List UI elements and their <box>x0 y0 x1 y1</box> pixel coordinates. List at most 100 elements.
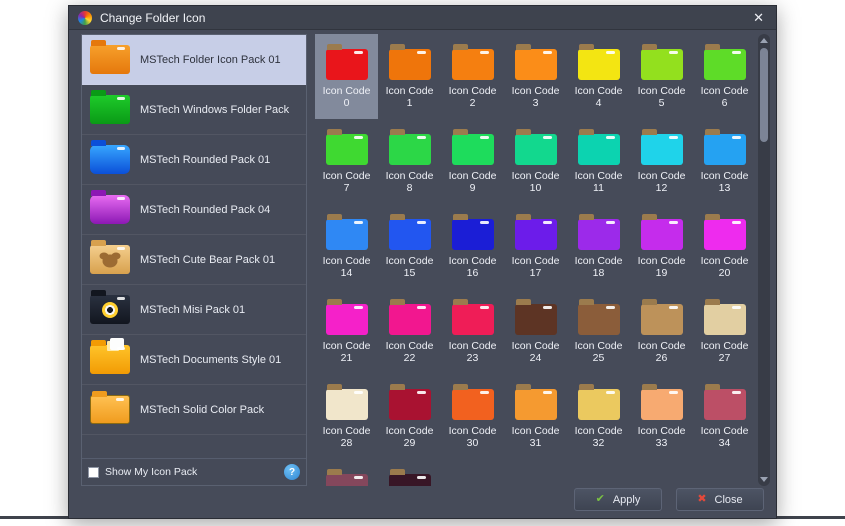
grid-scrollbar[interactable] <box>758 34 770 486</box>
close-button[interactable]: ✖ Close <box>676 488 764 511</box>
folder-icon <box>515 219 557 250</box>
icon-cell[interactable]: Icon Code15 <box>378 204 441 289</box>
folder-icon <box>326 219 368 250</box>
icon-cell[interactable]: Icon Code27 <box>693 289 756 374</box>
icon-cell[interactable]: Icon Code11 <box>567 119 630 204</box>
icon-code-label: Icon Code24 <box>504 340 567 364</box>
icon-cell[interactable]: Icon Code4 <box>567 34 630 119</box>
folder-icon <box>515 134 557 165</box>
folder-icon <box>578 134 620 165</box>
folder-icon <box>515 389 557 420</box>
icon-code-label: Icon Code34 <box>693 425 756 449</box>
icon-detail <box>103 254 118 267</box>
close-icon[interactable]: ✕ <box>750 9 767 26</box>
folder-icon <box>452 389 494 420</box>
icon-code-label: Icon Code22 <box>378 340 441 364</box>
icon-code-label: Icon Code30 <box>441 425 504 449</box>
icon-cell[interactable]: Icon Code30 <box>441 374 504 459</box>
icon-code-label: Icon Code33 <box>630 425 693 449</box>
folder-icon <box>641 389 683 420</box>
icon-code-label: Icon Code2 <box>441 85 504 109</box>
icon-code-label: Icon Code21 <box>315 340 378 364</box>
icon-cell[interactable]: Icon Code9 <box>441 119 504 204</box>
icon-code-label: Icon Code18 <box>567 255 630 279</box>
folder-icon <box>704 389 746 420</box>
icon-code-label: Icon Code20 <box>693 255 756 279</box>
icon-cell[interactable]: Icon Code16 <box>441 204 504 289</box>
icon-pack-panel: MSTech Folder Icon Pack 01MSTech Windows… <box>81 34 307 486</box>
icon-cell[interactable]: Icon Code0 <box>315 34 378 119</box>
icon-cell[interactable]: Icon Code6 <box>693 34 756 119</box>
pack-item[interactable]: MSTech Misi Pack 01 <box>82 285 306 335</box>
icon-cell[interactable]: Icon Code36 <box>378 459 441 486</box>
icon-cell[interactable]: Icon Code28 <box>315 374 378 459</box>
close-button-label: Close <box>715 494 743 506</box>
folder-icon <box>326 49 368 80</box>
icon-detail <box>110 338 124 350</box>
icon-cell[interactable]: Icon Code2 <box>441 34 504 119</box>
scroll-up-icon[interactable] <box>760 38 768 43</box>
pack-item[interactable]: MSTech Rounded Pack 04 <box>82 185 306 235</box>
icon-cell[interactable]: Icon Code7 <box>315 119 378 204</box>
folder-icon <box>704 219 746 250</box>
icon-cell[interactable]: Icon Code8 <box>378 119 441 204</box>
icon-cell[interactable]: Icon Code35 <box>315 459 378 486</box>
icon-cell[interactable]: Icon Code25 <box>567 289 630 374</box>
icon-cell[interactable]: Icon Code19 <box>630 204 693 289</box>
icon-cell[interactable]: Icon Code26 <box>630 289 693 374</box>
icon-cell[interactable]: Icon Code1 <box>378 34 441 119</box>
icon-code-label: Icon Code14 <box>315 255 378 279</box>
eye-folder-icon <box>90 295 130 324</box>
folder-icon <box>389 389 431 420</box>
icon-cell[interactable]: Icon Code5 <box>630 34 693 119</box>
help-button[interactable]: ? <box>284 464 300 480</box>
icon-detail <box>102 302 118 318</box>
pack-item[interactable]: MSTech Windows Folder Pack <box>82 85 306 135</box>
scroll-down-icon[interactable] <box>760 477 768 482</box>
icon-cell[interactable]: Icon Code22 <box>378 289 441 374</box>
pack-item[interactable]: MSTech Documents Style 01 <box>82 335 306 385</box>
apply-button[interactable]: ✔ Apply <box>574 488 662 511</box>
folder-icon <box>704 304 746 335</box>
icon-cell[interactable]: Icon Code12 <box>630 119 693 204</box>
pack-list: MSTech Folder Icon Pack 01MSTech Windows… <box>82 35 306 458</box>
icon-cell[interactable]: Icon Code24 <box>504 289 567 374</box>
icon-cell[interactable]: Icon Code10 <box>504 119 567 204</box>
icon-grid-area: Icon Code0Icon Code1Icon Code2Icon Code3… <box>315 34 770 486</box>
icon-cell[interactable]: Icon Code18 <box>567 204 630 289</box>
close-x-icon: ✖ <box>697 494 706 505</box>
icon-cell[interactable]: Icon Code21 <box>315 289 378 374</box>
icon-code-label: Icon Code5 <box>630 85 693 109</box>
folder-icon <box>389 474 431 486</box>
icon-code-label: Icon Code31 <box>504 425 567 449</box>
icon-code-label: Icon Code12 <box>630 170 693 194</box>
folder-icon <box>326 389 368 420</box>
pack-item[interactable]: MSTech Folder Icon Pack 01 <box>82 35 306 85</box>
scrollbar-thumb[interactable] <box>760 48 768 142</box>
icon-cell[interactable]: Icon Code13 <box>693 119 756 204</box>
icon-cell[interactable]: Icon Code14 <box>315 204 378 289</box>
icon-cell[interactable]: Icon Code32 <box>567 374 630 459</box>
folder-icon <box>704 49 746 80</box>
icon-cell[interactable]: Icon Code20 <box>693 204 756 289</box>
icon-cell[interactable]: Icon Code23 <box>441 289 504 374</box>
icon-cell[interactable]: Icon Code34 <box>693 374 756 459</box>
dialog-footer-buttons: ✔ Apply ✖ Close <box>574 488 764 511</box>
rounded-folder-icon <box>90 145 130 174</box>
folder-icon <box>452 49 494 80</box>
app-icon <box>78 11 92 25</box>
icon-code-label: Icon Code9 <box>441 170 504 194</box>
rounded-folder-icon <box>90 195 130 224</box>
icon-cell[interactable]: Icon Code29 <box>378 374 441 459</box>
pack-item[interactable]: MSTech Cute Bear Pack 01 <box>82 235 306 285</box>
icon-cell[interactable]: Icon Code31 <box>504 374 567 459</box>
icon-cell[interactable]: Icon Code17 <box>504 204 567 289</box>
pack-item[interactable]: MSTech Rounded Pack 01 <box>82 135 306 185</box>
icon-cell[interactable]: Icon Code3 <box>504 34 567 119</box>
icon-cell[interactable]: Icon Code33 <box>630 374 693 459</box>
icon-code-label: Icon Code10 <box>504 170 567 194</box>
pack-item[interactable]: MSTech Solid Color Pack <box>82 385 306 435</box>
folder-icon <box>578 219 620 250</box>
icon-code-label: Icon Code0 <box>315 85 378 109</box>
show-my-icon-pack-checkbox[interactable] <box>88 467 99 478</box>
